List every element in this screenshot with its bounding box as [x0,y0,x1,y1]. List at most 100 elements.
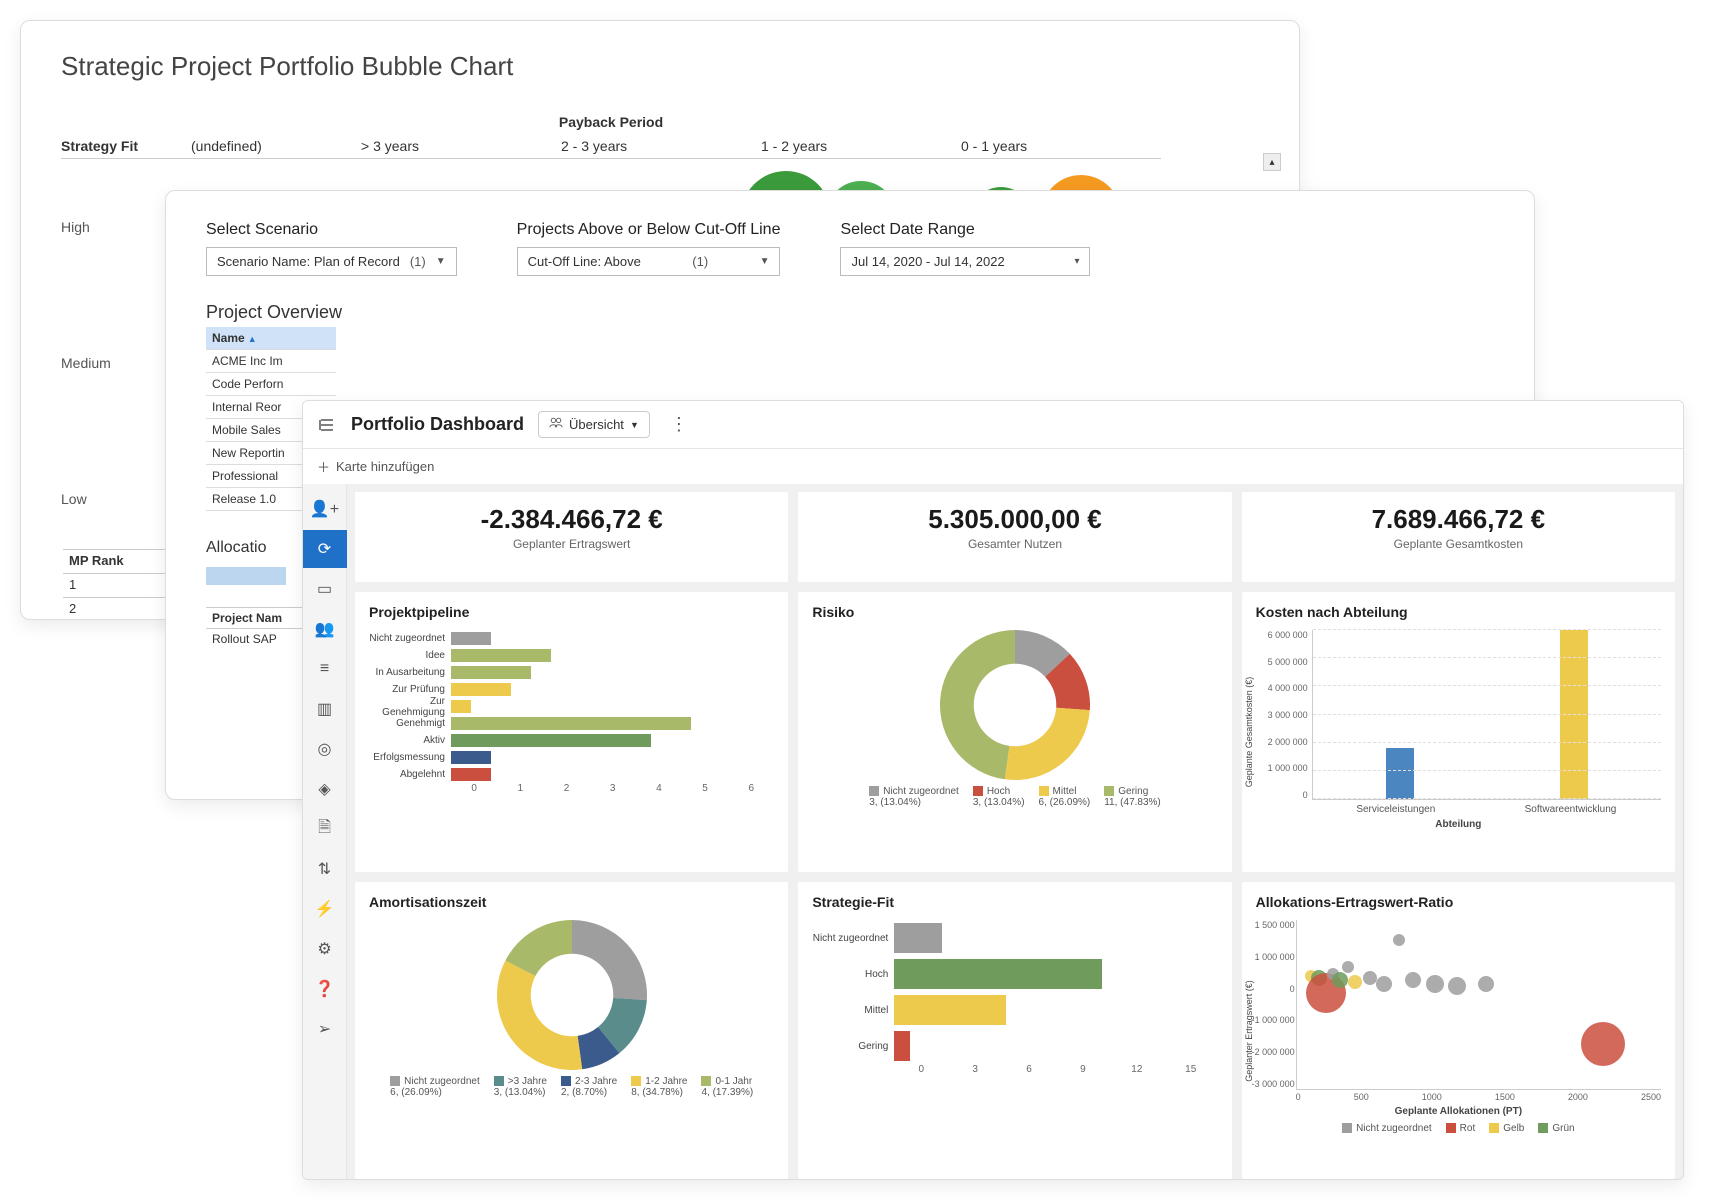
scatter-point[interactable] [1581,1022,1625,1066]
sidebar-group-icon[interactable]: 👥 [303,610,347,648]
card-alloc-ratio[interactable]: Allokations-Ertragswert-Ratio Geplanter … [1242,882,1675,1179]
legend-item[interactable]: Gering11, (47.83%) [1104,786,1161,808]
menu-collapse-icon[interactable] [317,415,337,435]
sidebar-plug-icon[interactable]: ⚡ [303,890,347,928]
legend-item[interactable]: 2-3 Jahre2, (8.70%) [561,1076,617,1098]
card-pipeline[interactable]: Projektpipeline Nicht zugeordnetIdeeIn A… [355,592,788,872]
donut-slice[interactable] [940,630,1015,779]
scatter-point[interactable] [1332,972,1348,988]
card-dept-costs[interactable]: Kosten nach Abteilung Geplante Gesamtkos… [1242,592,1675,872]
hbar-category: Zur Prüfung [369,684,451,695]
hbar-bar[interactable] [894,923,942,953]
legend-item[interactable]: Hoch3, (13.04%) [973,786,1025,808]
hbar-bar[interactable] [894,995,1006,1025]
group-icon [549,416,563,433]
sidebar-sort-icon[interactable]: ⇅ [303,850,347,888]
card-strategy-fit[interactable]: Strategie-Fit Nicht zugeordnetHochMittel… [798,882,1231,1179]
legend-item[interactable]: Nicht zugeordnet3, (13.04%) [869,786,959,808]
sidebar-help-icon[interactable]: ❓ [303,970,347,1008]
sidebar-columns-icon[interactable]: ▥ [303,690,347,728]
sidebar-target-icon[interactable]: ◎ [303,730,347,768]
hbar-bar[interactable] [894,1031,910,1061]
sidebar-person-add-icon[interactable]: 👤+ [303,490,347,528]
legend-item[interactable]: 1-2 Jahre8, (34.78%) [631,1076,687,1098]
xcat-2: 2 - 3 years [561,134,761,159]
scatter-point[interactable] [1363,971,1377,985]
scatter-point[interactable] [1393,934,1405,946]
x-axis-title: Payback Period [61,110,1161,134]
legend-item[interactable]: Nicht zugeordnet6, (26.09%) [390,1076,480,1098]
sidebar-gear-icon[interactable]: ⚙ [303,930,347,968]
filter-scenario-label: Select Scenario [206,221,457,239]
card-risk[interactable]: Risiko Nicht zugeordnet3, (13.04%)Hoch3,… [798,592,1231,872]
scatter-point[interactable] [1448,977,1466,995]
scatter-point[interactable] [1342,961,1354,973]
legend-item[interactable]: 0-1 Jahr4, (17.39%) [701,1076,753,1098]
scroll-up-button[interactable]: ▴ [1263,153,1281,171]
metric-planned-costs[interactable]: 7.689.466,72 € Geplante Gesamtkosten [1242,492,1675,582]
cutoff-select[interactable]: Cut-Off Line: Above (1) ▼ [517,247,781,276]
legend-item[interactable]: Nicht zugeordnet [1342,1123,1432,1134]
scatter-point[interactable] [1478,976,1494,992]
col-name[interactable]: Name▲ [206,327,336,350]
filter-cutoff-label: Projects Above or Below Cut-Off Line [517,221,781,239]
card-amortisation[interactable]: Amortisationszeit Nicht zugeordnet6, (26… [355,882,788,1179]
mini-header: Project Nam [206,608,316,629]
mini-row: Rollout SAP [206,629,316,650]
scatter-point[interactable] [1405,972,1421,988]
hbar-bar[interactable] [894,959,1102,989]
chevron-down-icon: ▼ [436,256,446,267]
chevron-down-icon: ▾ [1074,256,1079,267]
project-overview-heading: Project Overview [206,302,1494,323]
dashboard-toolbar: Portfolio Dashboard Übersicht ▼ ⋮ [303,401,1683,449]
view-picker[interactable]: Übersicht ▼ [538,411,650,438]
scenario-select[interactable]: Scenario Name: Plan of Record (1) ▼ [206,247,457,276]
donut-slice[interactable] [1005,708,1090,780]
metric-total-benefit[interactable]: 5.305.000,00 € Gesamter Nutzen [798,492,1231,582]
legend-item[interactable]: Gelb [1489,1123,1524,1134]
hbar-bar[interactable] [451,666,531,679]
sidebar-badge-icon[interactable]: ▭ [303,570,347,608]
donut-slice[interactable] [497,960,582,1070]
xcat-0: (undefined) [191,134,361,159]
scatter-point[interactable] [1376,976,1392,992]
hbar-bar[interactable] [451,632,491,645]
hbar-bar[interactable] [451,649,551,662]
legend-item[interactable]: Mittel6, (26.09%) [1039,786,1091,808]
donut-slice[interactable] [572,920,647,1000]
vbar[interactable] [1386,748,1414,799]
sidebar-file-icon[interactable]: 🗎 [303,810,347,848]
legend-item[interactable]: Rot [1446,1123,1476,1134]
hbar-bar[interactable] [451,768,491,781]
scatter-point[interactable] [1348,975,1362,989]
scatter-point[interactable] [1426,975,1444,993]
table-row[interactable]: Code Perforn [206,373,336,396]
xcat-4: 0 - 1 years [961,134,1161,159]
sidebar-refresh-icon[interactable]: ⟳ [303,530,347,568]
sidebar-compass-icon[interactable]: ➢ [303,1010,347,1048]
hbar-bar[interactable] [451,734,651,747]
xcat-3: 1 - 2 years [761,134,961,159]
hbar-bar[interactable] [451,751,491,764]
vbar[interactable] [1560,630,1588,799]
allocation-bar [206,567,286,585]
legend-item[interactable]: Grün [1538,1123,1574,1134]
sidebar-list-icon[interactable]: ≡ [303,650,347,688]
table-row[interactable]: ACME Inc Im [206,350,336,373]
hbar-category: In Ausarbeitung [369,667,451,678]
hbar-category: Zur Genehmigung [369,696,451,718]
more-menu-button[interactable]: ⋮ [664,414,694,435]
legend-item[interactable]: >3 Jahre3, (13.04%) [494,1076,547,1098]
page-title: Strategic Project Portfolio Bubble Chart [61,51,1259,82]
hbar-category: Genehmigt [369,718,451,729]
date-range-select[interactable]: Jul 14, 2020 - Jul 14, 2022 ▾ [840,247,1090,276]
hbar-category: Hoch [812,969,894,980]
hbar-bar[interactable] [451,683,511,696]
add-card-button[interactable]: ＋ Karte hinzufügen [303,449,1683,484]
filter-cutoff: Projects Above or Below Cut-Off Line Cut… [517,221,781,276]
hbar-bar[interactable] [451,700,471,713]
metric-planned-earnings[interactable]: -2.384.466,72 € Geplanter Ertragswert [355,492,788,582]
sidebar: 👤+⟳▭👥≡▥◎◈🗎⇅⚡⚙❓➢ [303,484,347,1180]
hbar-bar[interactable] [451,717,691,730]
sidebar-diamond-icon[interactable]: ◈ [303,770,347,808]
